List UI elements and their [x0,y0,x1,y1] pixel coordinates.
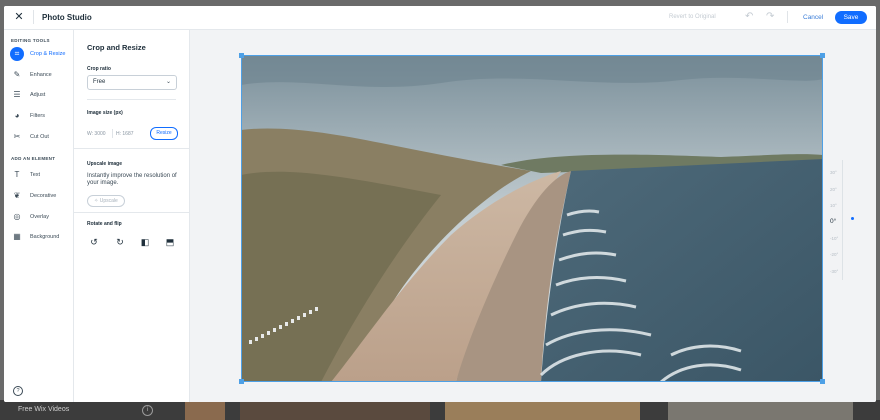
tool-cut-out[interactable]: ✂ Cut Out [10,130,72,144]
image-size-label: Image size (px) [87,110,123,116]
tool-filters[interactable]: ◕ Filters [10,109,72,123]
tool-label: Crop & Resize [30,51,66,57]
tool-label: Filters [30,113,45,119]
tool-overlay[interactable]: ◎ Overlay [10,210,72,224]
filters-icon: ◕ [14,111,20,120]
upscale-button: ✧ Upscale [87,195,125,207]
sliders-icon: ☰ [13,90,21,99]
crop-ratio-value: Free [93,79,106,85]
ruler-current-value: 0° [830,218,837,225]
rotation-ruler-line [842,160,843,280]
tool-label: Adjust [30,92,46,98]
page-title: Photo Studio [42,13,92,22]
upscale-description: Instantly improve the resolution of your… [87,173,177,186]
crop-frame[interactable] [241,55,823,382]
tool-text[interactable]: T Text [10,168,72,182]
divider [74,212,189,213]
tool-adjust[interactable]: ☰ Adjust [10,88,72,102]
crop-ratio-select[interactable]: Free ⌄ [87,75,177,90]
height-value: H: 1687 [116,131,134,137]
ruler-tick: -10° [830,236,839,241]
scissors-icon: ✂ [13,132,21,141]
divider [74,148,189,149]
tool-crop-resize[interactable]: ⌗ Crop & Resize [10,47,72,61]
ruler-tick: 20° [830,187,837,192]
tool-label: Overlay [30,214,49,220]
background-icon: ▦ [13,232,21,241]
revert-button[interactable]: Revert to Original [669,14,716,20]
header-bar: ✕ Photo Studio Revert to Original ↶ ↷ Ca… [4,6,876,30]
editing-tools-heading: EDITING TOOLS [11,38,50,43]
rotate-right-icon[interactable]: ↻ [114,236,126,248]
video-thumbnail[interactable] [445,400,640,420]
photo-studio-modal: ✕ Photo Studio Revert to Original ↶ ↷ Ca… [4,6,876,402]
image-canvas[interactable]: 30° 20° 10° 0° -10° -20° -30° [190,30,876,402]
backdrop-strip: Free Wix Videos i [0,400,880,420]
overlay-icon: ◎ [13,212,21,221]
tool-label: Cut Out [30,134,49,140]
rotate-flip-label: Rotate and flip [87,221,122,227]
add-element-heading: ADD AN ELEMENT [11,156,56,161]
tool-label: Enhance [30,72,52,78]
flip-horizontal-icon[interactable]: ◧ [139,236,151,248]
enhance-icon: ✎ [13,70,21,79]
crop-resize-panel: Crop and Resize Crop ratio Free ⌄ Image … [74,30,190,402]
size-divider [112,129,113,138]
width-value: W: 3000 [87,131,106,137]
text-icon: T [14,170,20,179]
rotation-slider-handle[interactable] [851,217,854,220]
crop-handle-bottom-right[interactable] [820,379,825,384]
tool-background[interactable]: ▦ Background [10,230,72,244]
header-divider [787,11,788,23]
flip-vertical-icon[interactable]: ⬒ [164,236,176,248]
crop-ratio-label: Crop ratio [87,66,111,72]
upscale-button-label: Upscale [99,198,118,204]
tool-label: Background [30,234,60,240]
ruler-tick: 10° [830,203,837,208]
upscale-title: Upscale image [87,161,123,167]
tools-sidebar: EDITING TOOLS ⌗ Crop & Resize ✎ Enhance … [4,30,74,402]
info-icon[interactable]: i [142,405,153,416]
chevron-down-icon: ⌄ [165,79,171,85]
tool-label: Decorative [30,193,57,199]
save-button[interactable]: Save [835,11,867,24]
ruler-tick: 30° [830,170,837,175]
tool-enhance[interactable]: ✎ Enhance [10,68,72,82]
help-icon[interactable]: ? [13,386,23,396]
redo-icon[interactable]: ↷ [766,11,774,22]
crop-handle-bottom-left[interactable] [239,379,244,384]
video-thumbnail[interactable] [185,400,225,420]
divider [87,99,176,100]
video-thumbnail[interactable] [668,400,853,420]
ruler-tick: -30° [830,269,839,274]
crop-handle-top-left[interactable] [239,53,244,58]
header-divider [33,10,34,24]
undo-icon[interactable]: ↶ [745,11,753,22]
decorative-icon: ❦ [13,191,21,200]
close-icon[interactable]: ✕ [13,11,25,23]
cancel-button[interactable]: Cancel [803,14,823,21]
resize-button[interactable]: Resize [150,127,178,140]
video-thumbnail[interactable] [240,400,430,420]
panel-title: Crop and Resize [87,43,146,52]
backdrop-label: Free Wix Videos [18,406,70,413]
tool-decorative[interactable]: ❦ Decorative [10,189,72,203]
ruler-tick: -20° [830,252,839,257]
rotate-left-icon[interactable]: ↺ [88,236,100,248]
tool-label: Text [30,172,41,178]
crop-handle-top-right[interactable] [820,53,825,58]
crop-icon: ⌗ [10,47,24,61]
